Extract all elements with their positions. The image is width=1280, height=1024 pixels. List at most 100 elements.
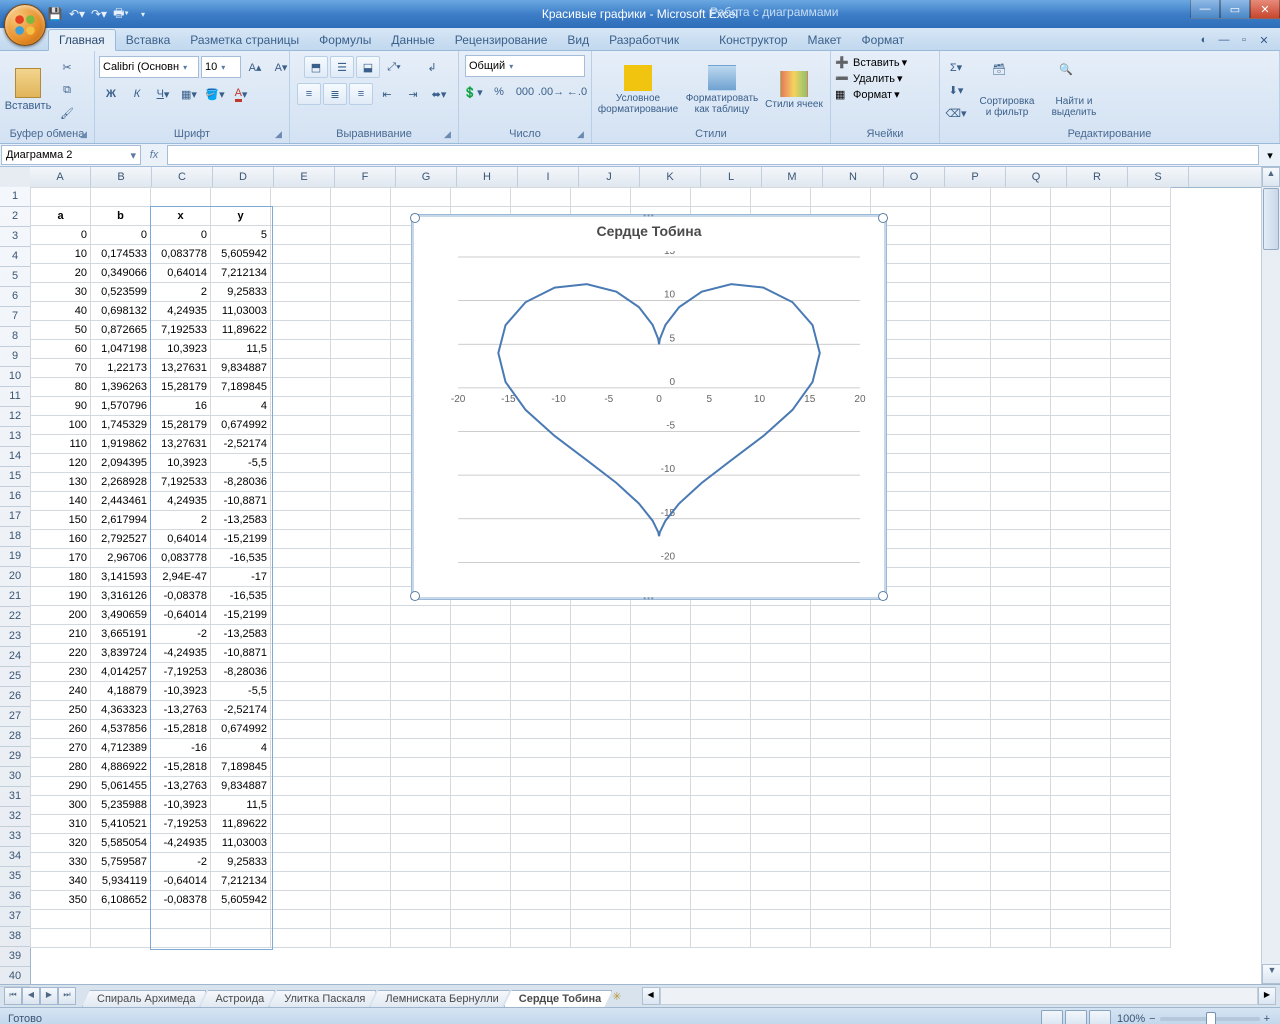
cell[interactable]: a	[31, 207, 91, 226]
clipboard-launcher-icon[interactable]: ◢	[80, 129, 92, 141]
cell[interactable]	[571, 758, 631, 777]
cell[interactable]	[451, 891, 511, 910]
cell[interactable]	[1051, 663, 1111, 682]
cell[interactable]	[631, 853, 691, 872]
cell[interactable]: 3,665191	[91, 625, 151, 644]
cell[interactable]	[1051, 283, 1111, 302]
cell[interactable]	[331, 796, 391, 815]
cell[interactable]	[991, 872, 1051, 891]
cell[interactable]	[271, 815, 331, 834]
cell[interactable]: -0,08378	[151, 587, 211, 606]
cell[interactable]	[331, 853, 391, 872]
decrease-decimal-icon[interactable]: ←.0	[565, 81, 589, 103]
cell[interactable]	[871, 644, 931, 663]
cell[interactable]	[931, 492, 991, 511]
cell[interactable]	[931, 283, 991, 302]
cell[interactable]	[1051, 929, 1111, 948]
cell[interactable]	[691, 625, 751, 644]
cell[interactable]	[991, 226, 1051, 245]
cell[interactable]: 110	[31, 435, 91, 454]
cell[interactable]	[271, 720, 331, 739]
row-header[interactable]: 21	[0, 587, 30, 607]
percent-icon[interactable]: %	[487, 81, 511, 103]
sheet-tab[interactable]: Лемниската Бернулли	[370, 990, 509, 1007]
cell[interactable]	[571, 701, 631, 720]
cell[interactable]: 2,094395	[91, 454, 151, 473]
conditional-formatting-button[interactable]: Условное форматирование	[596, 56, 680, 124]
cell[interactable]: -15,2199	[211, 606, 271, 625]
cell[interactable]	[1051, 188, 1111, 207]
cell[interactable]	[511, 739, 571, 758]
cell[interactable]	[571, 720, 631, 739]
cell[interactable]	[631, 929, 691, 948]
cell[interactable]	[271, 644, 331, 663]
thousands-icon[interactable]: 000	[513, 81, 537, 103]
cell[interactable]: 70	[31, 359, 91, 378]
cell[interactable]	[271, 302, 331, 321]
cell[interactable]: 2,96706	[91, 549, 151, 568]
cell[interactable]	[931, 454, 991, 473]
column-header[interactable]: F	[335, 167, 396, 187]
cell[interactable]	[991, 720, 1051, 739]
row-header[interactable]: 15	[0, 467, 30, 487]
cell[interactable]: 310	[31, 815, 91, 834]
cell[interactable]	[1111, 701, 1171, 720]
cell[interactable]: -5,5	[211, 682, 271, 701]
cell[interactable]	[751, 758, 811, 777]
cell[interactable]: 10,3923	[151, 454, 211, 473]
column-header[interactable]: S	[1128, 167, 1189, 187]
cell[interactable]	[1051, 853, 1111, 872]
cell[interactable]	[511, 606, 571, 625]
cell[interactable]	[991, 530, 1051, 549]
cell[interactable]: -2,52174	[211, 435, 271, 454]
cell[interactable]	[451, 815, 511, 834]
cell[interactable]	[991, 302, 1051, 321]
cell[interactable]	[271, 758, 331, 777]
format-cells-button[interactable]: Формат	[853, 89, 892, 101]
cell[interactable]	[271, 587, 331, 606]
cell[interactable]	[331, 530, 391, 549]
cell[interactable]: 250	[31, 701, 91, 720]
office-button[interactable]	[4, 4, 46, 46]
resize-handle-icon[interactable]	[410, 591, 420, 601]
doc-restore-icon[interactable]: ▫	[1236, 34, 1252, 50]
cell[interactable]	[1111, 891, 1171, 910]
fill-icon[interactable]: ⬇▾	[944, 79, 968, 101]
cell[interactable]	[931, 663, 991, 682]
cell[interactable]: 0,174533	[91, 245, 151, 264]
cell[interactable]	[331, 264, 391, 283]
cell[interactable]	[871, 777, 931, 796]
cell[interactable]: -0,64014	[151, 872, 211, 891]
cell[interactable]: 3,839724	[91, 644, 151, 663]
cell[interactable]	[1111, 606, 1171, 625]
cell[interactable]	[571, 682, 631, 701]
hscroll-right-icon[interactable]: ▶	[1258, 987, 1276, 1005]
decrease-indent-icon[interactable]: ⇤	[375, 83, 399, 105]
cell[interactable]: 90	[31, 397, 91, 416]
cell[interactable]	[991, 473, 1051, 492]
cell[interactable]	[31, 929, 91, 948]
number-format-combo[interactable]: Общий▾	[465, 55, 585, 77]
cell[interactable]	[271, 188, 331, 207]
select-all-corner[interactable]	[0, 167, 31, 188]
row-header[interactable]: 18	[0, 527, 30, 547]
cell[interactable]	[391, 625, 451, 644]
cell[interactable]	[631, 682, 691, 701]
cell[interactable]	[931, 264, 991, 283]
cell[interactable]: 4,537856	[91, 720, 151, 739]
font-size-combo[interactable]: 10▾	[201, 56, 241, 78]
cell[interactable]	[751, 796, 811, 815]
vertical-scrollbar[interactable]: ▲ ▼	[1261, 167, 1280, 984]
cell[interactable]	[331, 188, 391, 207]
cell[interactable]	[811, 644, 871, 663]
cell[interactable]	[331, 872, 391, 891]
cell[interactable]: -10,8871	[211, 492, 271, 511]
row-header[interactable]: 33	[0, 827, 30, 847]
cell[interactable]	[931, 207, 991, 226]
column-header[interactable]: L	[701, 167, 762, 187]
cell[interactable]	[1051, 511, 1111, 530]
cell[interactable]	[571, 606, 631, 625]
cell[interactable]	[991, 777, 1051, 796]
cell[interactable]	[811, 625, 871, 644]
cell[interactable]: 120	[31, 454, 91, 473]
